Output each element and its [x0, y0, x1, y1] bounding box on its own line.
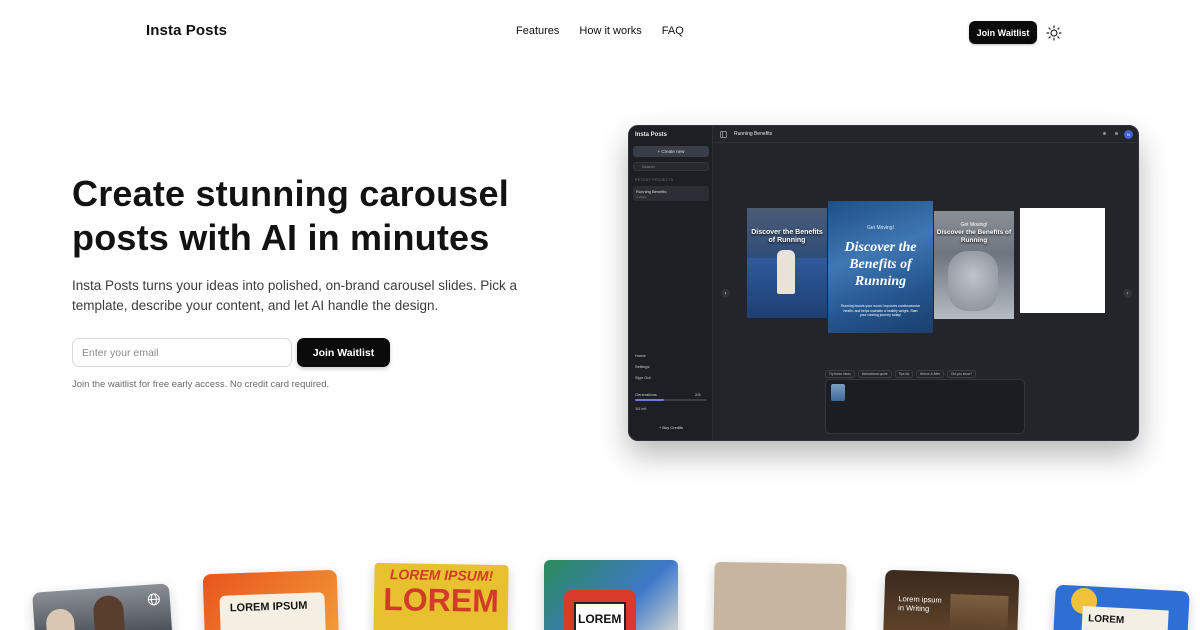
slide-blank	[1020, 208, 1105, 313]
hero-title: Create stunning carousel posts with AI i…	[72, 173, 509, 258]
globe-icon	[147, 593, 160, 606]
app-generations-label: Generations	[635, 392, 657, 397]
slide-center-caption: Discover the Benefits of Running	[844, 240, 917, 289]
app-recent-section-label: RECENT PROJECTS	[635, 178, 674, 182]
app-doc-title: Running Benefits	[734, 131, 773, 137]
slide-right: Get Moving! Discover the Benefits of Run…	[934, 211, 1014, 319]
nav-join-waitlist-button[interactable]: Join Waitlist	[969, 21, 1037, 44]
sun-icon[interactable]	[1046, 25, 1062, 41]
chevron-right-icon: ›	[1123, 289, 1132, 298]
hero-join-waitlist-button[interactable]: Join Waitlist	[297, 338, 390, 367]
template-card-beige[interactable]	[713, 561, 847, 630]
sidebar-toggle-icon	[720, 131, 727, 138]
app-nav-sign-out: Sign Out	[635, 375, 651, 380]
template-library-text: Lorem ipsum in Writing	[897, 594, 942, 614]
slide-left-caption: Discover the Benefits of Running	[751, 229, 823, 244]
app-nav-home: Home	[635, 353, 646, 358]
slide-left: Discover the Benefits of Running	[747, 208, 827, 318]
help-icon	[1115, 132, 1118, 135]
chip: Try these ideas	[825, 370, 855, 378]
chip: Before & After	[916, 370, 945, 378]
top-nav: Insta Posts Features How it works FAQ Jo…	[0, 0, 1200, 64]
nav-links: Features How it works FAQ	[516, 25, 684, 37]
nav-link-features[interactable]: Features	[516, 25, 559, 37]
hero-description: Insta Posts turns your ideas into polish…	[72, 278, 517, 313]
chevron-left-icon: ‹	[721, 289, 730, 298]
slide-center-body: Running boosts your mood, improves cardi…	[841, 304, 920, 317]
chip: Motivational quote	[857, 370, 892, 378]
slide-center-top: Get Moving!	[867, 225, 894, 231]
app-prompt-box	[825, 379, 1025, 434]
bell-icon	[1103, 132, 1106, 135]
nav-link-how-it-works[interactable]: How it works	[579, 25, 641, 37]
app-generations-bar	[635, 399, 707, 401]
template-badge-text: LOREM	[1087, 613, 1125, 627]
app-sidebar: Insta Posts + Create new Search RECENT P…	[629, 126, 713, 440]
brand-logo[interactable]: Insta Posts	[146, 22, 227, 39]
hero-note: Join the waitlist for free early access.…	[72, 379, 330, 390]
app-recent-item: Running Benefits 4 slides	[633, 186, 709, 201]
template-card-blue-badge[interactable]: LOREM	[1052, 584, 1190, 630]
app-recent-title: Running Benefits	[636, 189, 667, 194]
template-card-yellow[interactable]: LOREM IPSUM! LOREM	[373, 562, 509, 630]
app-logo: Insta Posts	[635, 132, 668, 138]
slide-center: Get Moving! Discover the Benefits of Run…	[828, 201, 933, 333]
template-card-team-photo[interactable]	[32, 583, 173, 630]
nav-link-faq[interactable]: FAQ	[662, 25, 684, 37]
app-generations-count: 2/5	[695, 392, 701, 397]
slide-right-top: Get Moving!	[960, 222, 988, 228]
template-card-blue-retro[interactable]: LOREM	[544, 560, 678, 630]
app-recent-subtitle: 4 slides	[636, 195, 647, 199]
app-search-field: Search	[633, 162, 709, 171]
app-nav-settings: Settings	[635, 364, 650, 369]
app-header: Running Benefits N	[714, 126, 1138, 143]
app-credits-left: 3/5 left	[635, 407, 647, 411]
app-preview: Insta Posts + Create new Search RECENT P…	[628, 125, 1139, 441]
template-strip: LOREM IPSUM LOREM IPSUM! LOREM LOREM Lor…	[0, 555, 1200, 630]
email-input[interactable]	[72, 338, 292, 367]
avatar: N	[1124, 130, 1133, 139]
slide-right-caption: Discover the Benefits of Running	[936, 229, 1012, 244]
template-card-orange[interactable]: LOREM IPSUM	[202, 569, 340, 630]
template-blue-text: LOREM	[578, 612, 622, 626]
app-buy-credits: + Buy Credits	[658, 425, 684, 430]
chip: Tips list	[894, 370, 914, 378]
app-prompt-chips: Try these ideas Motivational quote Tips …	[825, 370, 977, 378]
chip: Did you know?	[947, 370, 977, 378]
template-card-library[interactable]: Lorem ipsum in Writing	[882, 569, 1020, 630]
app-create-button: + Create new	[633, 146, 709, 157]
